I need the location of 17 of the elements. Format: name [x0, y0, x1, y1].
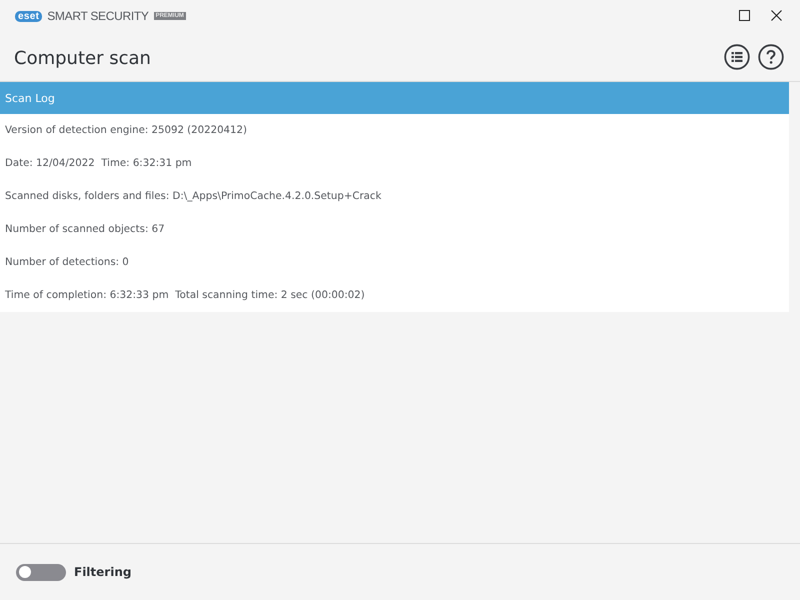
list-menu-icon[interactable]: [724, 44, 750, 70]
log-line: Number of detections: 0: [5, 257, 129, 268]
log-line: Number of scanned objects: 67: [5, 224, 165, 235]
maximize-icon: [739, 10, 750, 21]
log-line: Scanned disks, folders and files: D:\_Apps\PrimoCache.4.2.0.Setup+Crack: [5, 191, 382, 202]
log-title: Scan Log: [5, 92, 55, 104]
log-line: Version of detection engine: 25092 (20220412): [5, 125, 247, 136]
filtering-label: Filtering: [74, 565, 132, 579]
page-title: Computer scan: [14, 48, 151, 69]
help-icon[interactable]: [758, 44, 784, 70]
toggle-knob: [19, 566, 31, 578]
filtering-toggle[interactable]: [16, 564, 66, 580]
close-icon: [771, 10, 782, 21]
log-line: Date: 12/04/2022 Time: 6:32:31 pm: [5, 158, 192, 169]
product-name: SMART SECURITY: [47, 9, 149, 23]
logo: eset: [15, 10, 42, 22]
log-line: Time of completion: 6:32:33 pm Total scanning time: 2 sec (00:00:02): [5, 290, 365, 301]
